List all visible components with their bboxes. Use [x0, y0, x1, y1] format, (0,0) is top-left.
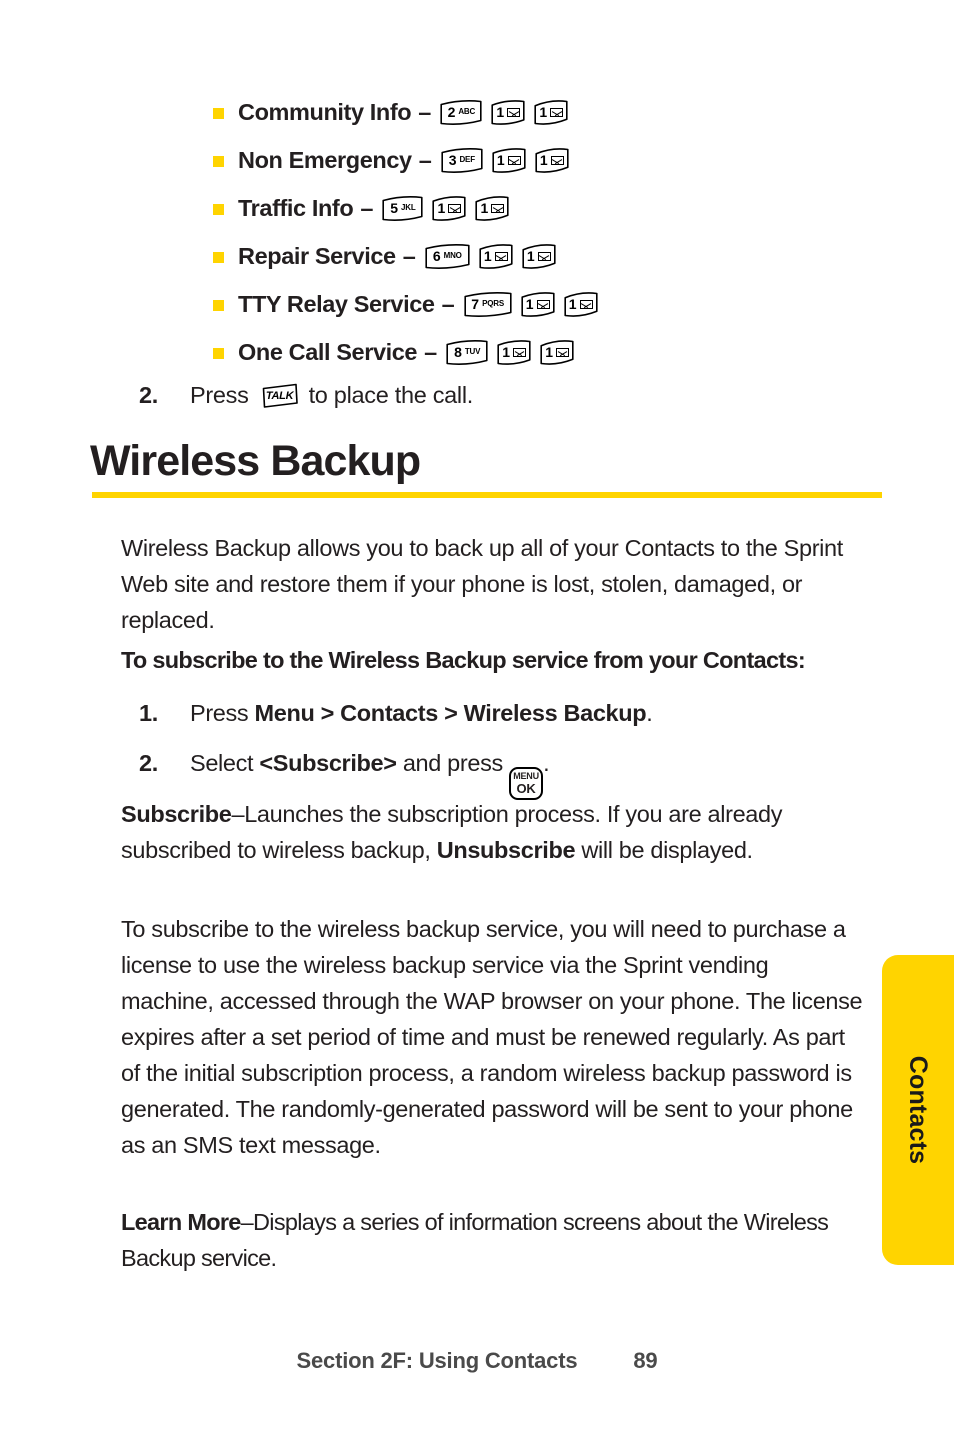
key-menu-label: MENU	[513, 771, 539, 781]
key-1-message-icon: 1	[491, 147, 527, 174]
key-1-message-icon: 1	[474, 195, 510, 222]
key-7-pqrs-icon: 7 PQRS	[463, 291, 513, 318]
step-text-before: Press	[190, 381, 249, 408]
service-numbers-list: Community Info –2 ABC 1 1 Non Emergency –3 DEF 1…	[213, 88, 853, 376]
list-item: Repair Service –6 MNO 1 1	[213, 232, 853, 280]
footer-page-number: 89	[633, 1348, 658, 1373]
step-2: 2. Select <Subscribe> and press MENU OK.	[139, 738, 859, 800]
key-sequence: 2 ABC 1 1	[439, 99, 569, 126]
key-1-message-icon: 1	[496, 339, 532, 366]
bullet-square-icon	[213, 347, 224, 359]
step-2-suffix: .	[543, 750, 550, 776]
key-3-def-icon: 3 DEF	[440, 147, 484, 174]
list-item-dash: –	[441, 290, 455, 317]
step-2-middle: and press	[396, 750, 510, 776]
side-tab-contacts: Contacts	[882, 955, 954, 1265]
license-paragraph: To subscribe to the wireless backup serv…	[121, 916, 863, 1158]
subscribe-lead: To subscribe to the Wireless Backup serv…	[121, 647, 806, 673]
list-item: Community Info –2 ABC 1 1	[213, 88, 853, 136]
list-item: Non Emergency –3 DEF 1 1	[213, 136, 853, 184]
key-5-jkl-icon: 5 JKL	[381, 195, 424, 222]
bullet-square-icon	[213, 155, 224, 167]
list-item-dash: –	[418, 146, 432, 173]
step-2-number: 2.	[139, 750, 158, 776]
subscribe-term: Subscribe	[121, 801, 232, 827]
step-1-menu-path: Menu > Contacts > Wireless Backup	[254, 700, 647, 726]
list-item-dash: –	[402, 242, 416, 269]
step-1: 1. Press Menu > Contacts > Wireless Back…	[139, 688, 859, 738]
bullet-square-icon	[213, 251, 224, 263]
learn-more-term: Learn More	[121, 1209, 241, 1235]
key-1-message-icon: 1	[431, 195, 467, 222]
list-item-label: One Call Service	[238, 338, 418, 365]
list-item-label: TTY Relay Service	[238, 290, 435, 317]
key-sequence: 7 PQRS 1 1	[463, 291, 599, 318]
list-item-dash: –	[424, 338, 438, 365]
bullet-square-icon	[213, 203, 224, 215]
subscribe-body-2: will be displayed.	[575, 837, 753, 863]
bullet-square-icon	[213, 107, 224, 119]
learn-more-paragraph: Learn More–Displays a series of informat…	[121, 1204, 871, 1276]
list-item-label: Community Info	[238, 98, 412, 125]
list-item-dash: –	[360, 194, 374, 221]
step-2-text: Select <Subscribe> and press MENU OK.	[190, 738, 550, 800]
bullet-square-icon	[213, 299, 224, 311]
key-1-message-icon: 1	[563, 291, 599, 318]
key-sequence: 6 MNO 1 1	[424, 243, 557, 270]
step-2-subscribe-option: <Subscribe>	[259, 750, 397, 776]
side-tab-label: Contacts	[904, 1055, 933, 1165]
list-item: Traffic Info –5 JKL 1 1	[213, 184, 853, 232]
key-1-message-icon: 1	[521, 243, 557, 270]
key-sequence: 5 JKL 1 1	[381, 195, 510, 222]
list-item-label: Repair Service	[238, 242, 396, 269]
subscribe-description: Subscribe–Launches the subscription proc…	[121, 796, 866, 868]
step-1-text: Press Menu > Contacts > Wireless Backup.	[190, 688, 653, 738]
step-1-number: 1.	[139, 700, 158, 726]
intro-paragraph: Wireless Backup allows you to back up al…	[121, 535, 843, 633]
key-1-message-icon: 1	[520, 291, 556, 318]
key-2-abc-icon: 2 ABC	[439, 99, 483, 126]
list-item: TTY Relay Service –7 PQRS 1 1	[213, 280, 853, 328]
footer-section: Section 2F: Using Contacts	[296, 1348, 578, 1373]
step-1-prefix: Press	[190, 700, 255, 726]
key-1-message-icon: 1	[539, 339, 575, 366]
page-title: Wireless Backup	[90, 437, 421, 485]
unsubscribe-term: Unsubscribe	[436, 837, 576, 863]
page-footer: Section 2F: Using Contacts 89	[0, 1348, 954, 1374]
key-sequence: 8 TUV 1 1	[445, 339, 575, 366]
heading-rule	[92, 492, 882, 498]
key-ok-label: OK	[516, 781, 536, 796]
step-text-after: to place the call.	[308, 381, 474, 408]
list-item-dash: –	[418, 98, 432, 125]
step-2-prefix: Select	[190, 750, 260, 776]
step-1-suffix: .	[646, 700, 653, 726]
key-1-message-icon: 1	[534, 147, 570, 174]
key-talk-icon: TALK	[260, 381, 300, 409]
key-8-tuv-icon: 8 TUV	[445, 339, 489, 366]
step-press-talk: 2. Press TALK to place the call.	[139, 381, 473, 409]
step-number: 2.	[139, 381, 158, 408]
key-sequence: 3 DEF 1 1	[440, 147, 570, 174]
list-item-label: Non Emergency	[238, 146, 412, 173]
list-item-label: Traffic Info	[238, 194, 354, 221]
key-1-message-icon: 1	[533, 99, 569, 126]
list-item: One Call Service –8 TUV 1 1	[213, 328, 853, 376]
key-1-message-icon: 1	[478, 243, 514, 270]
key-6-mno-icon: 6 MNO	[424, 243, 471, 270]
key-1-message-icon: 1	[490, 99, 526, 126]
